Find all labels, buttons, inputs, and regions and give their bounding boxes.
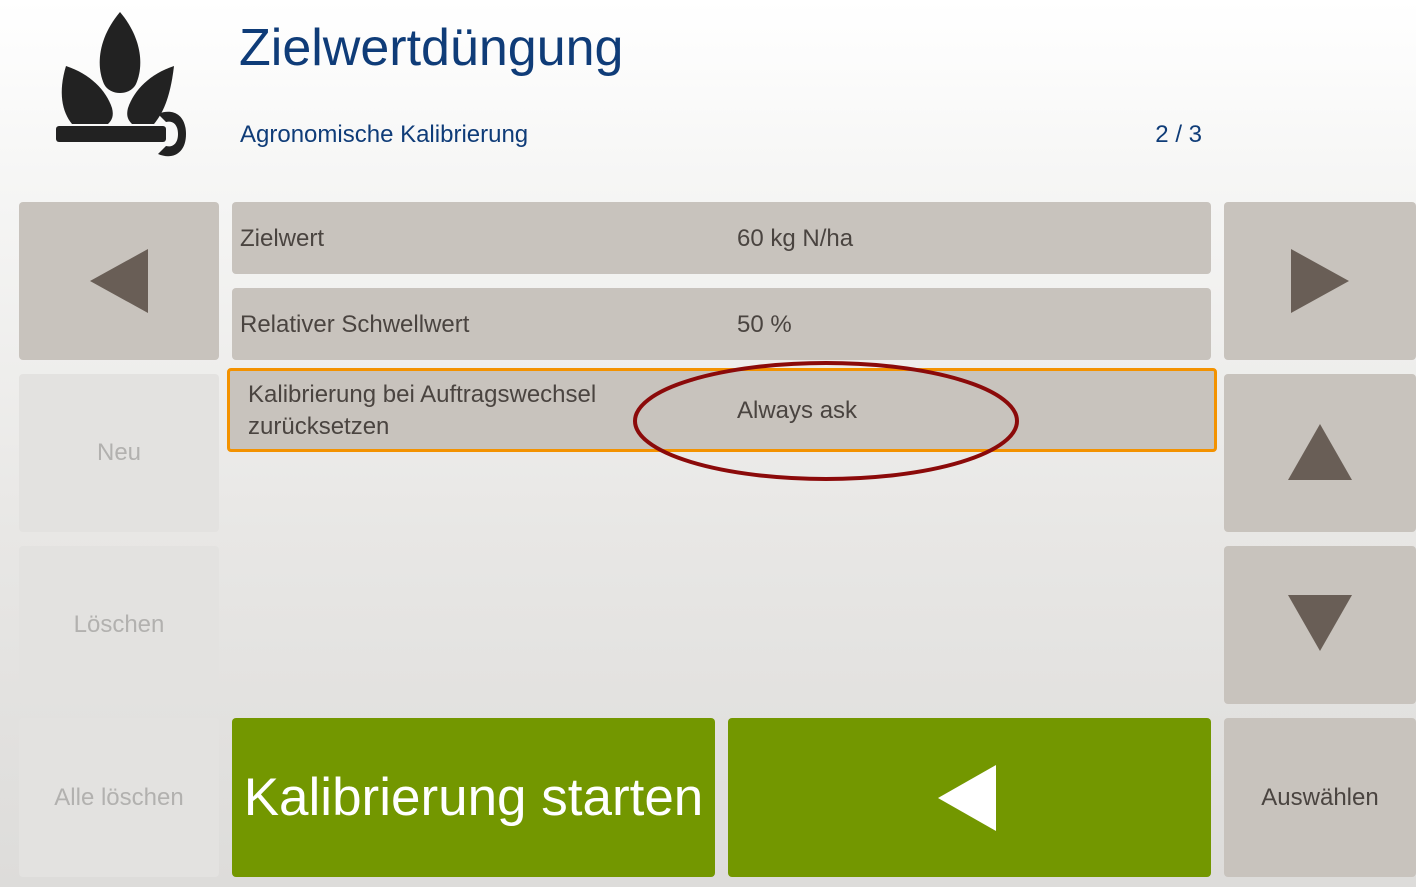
param-label-line1: Kalibrierung bei Auftragswechsel	[248, 381, 597, 408]
delete-all-button[interactable]: Alle löschen	[19, 718, 219, 877]
param-label: Zielwert	[240, 225, 325, 252]
select-button-label: Auswählen	[1261, 783, 1379, 811]
delete-button-label: Löschen	[73, 611, 165, 638]
start-calibration-label: Kalibrierung starten	[243, 767, 704, 827]
page-indicator: 2 / 3	[1155, 121, 1202, 148]
param-value: Always ask	[737, 397, 858, 424]
calibration-screen: Zielwertdüngung Agronomische Kalibrierun…	[0, 0, 1416, 887]
param-row-target-value[interactable]: Zielwert 60 kg N/ha	[232, 202, 1211, 274]
param-label: Relativer Schwellwert	[240, 311, 470, 338]
page-subtitle: Agronomische Kalibrierung	[240, 121, 529, 148]
select-button[interactable]: Auswählen	[1224, 718, 1416, 877]
arrow-down-icon	[1288, 595, 1352, 651]
arrow-left-icon	[90, 249, 148, 313]
delete-button[interactable]: Löschen	[19, 546, 219, 704]
delete-all-button-label: Alle löschen	[54, 783, 184, 811]
param-label-line2: zurücksetzen	[248, 413, 390, 440]
previous-page-button[interactable]	[19, 202, 219, 360]
start-calibration-button[interactable]: Kalibrierung starten	[232, 718, 715, 877]
page-title: Zielwertdüngung	[239, 19, 624, 77]
arrow-right-icon	[1291, 249, 1349, 313]
scroll-up-button[interactable]	[1224, 374, 1416, 532]
next-page-button[interactable]	[1224, 202, 1416, 360]
new-button-label: Neu	[96, 439, 142, 466]
header: Zielwertdüngung Agronomische Kalibrierun…	[0, 0, 1416, 190]
back-arrow-icon	[937, 764, 996, 831]
back-button[interactable]	[728, 718, 1211, 877]
param-value: 60 kg N/ha	[737, 225, 854, 252]
param-row-reset-calibration[interactable]: Kalibrierung bei Auftragswechsel zurücks…	[227, 368, 1217, 452]
param-row-relative-threshold[interactable]: Relativer Schwellwert 50 %	[232, 288, 1211, 360]
arrow-up-icon	[1288, 424, 1352, 480]
scroll-down-button[interactable]	[1224, 546, 1416, 704]
param-value: 50 %	[737, 311, 792, 338]
plant-wrench-icon	[50, 8, 190, 168]
new-button[interactable]: Neu	[19, 374, 219, 532]
